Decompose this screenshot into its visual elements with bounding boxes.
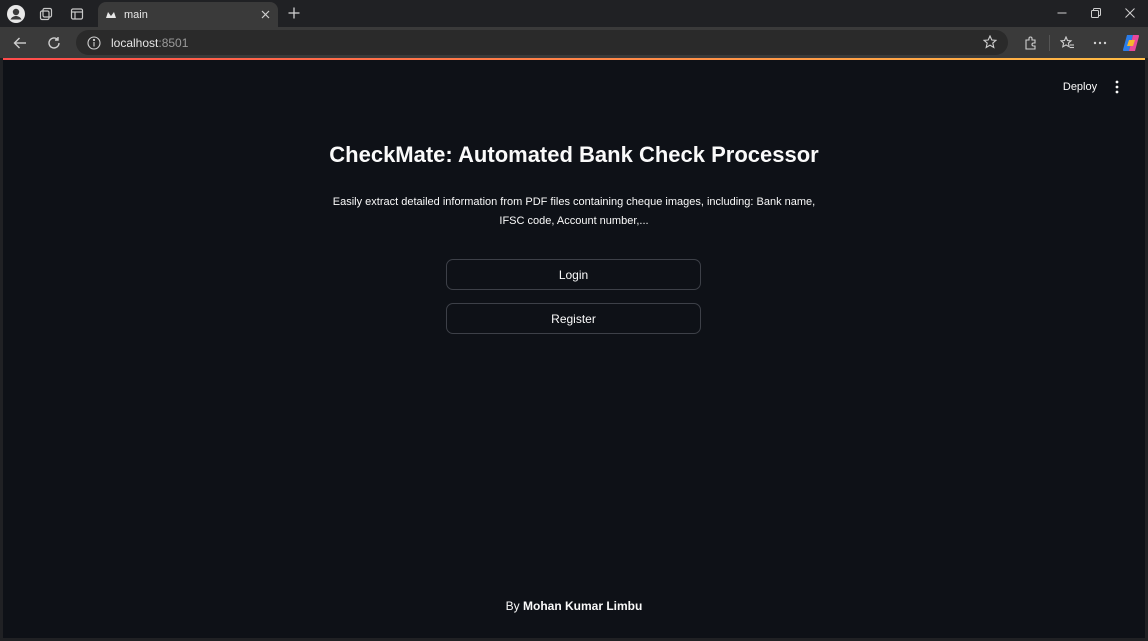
window-close-icon[interactable] (1119, 3, 1141, 23)
page-title: CheckMate: Automated Bank Check Processo… (329, 142, 819, 167)
browser-tabstrip: main (0, 0, 1148, 27)
copilot-icon[interactable] (1120, 32, 1142, 54)
app-page: Deploy CheckMate: Automated Bank Check P… (3, 58, 1145, 638)
close-icon[interactable] (257, 7, 273, 23)
more-icon[interactable] (1089, 32, 1111, 54)
reload-icon[interactable] (43, 32, 65, 54)
profile-icon[interactable] (5, 3, 27, 25)
vertical-dots-icon[interactable] (1107, 77, 1127, 97)
info-icon[interactable] (86, 35, 102, 51)
login-button[interactable]: Login (446, 259, 701, 290)
extensions-icon[interactable] (1020, 32, 1042, 54)
plus-icon[interactable] (284, 3, 304, 23)
streamlit-favicon (104, 8, 118, 22)
toolbar-divider (1049, 35, 1050, 51)
tab-title: main (124, 8, 148, 21)
favorites-icon[interactable] (1056, 32, 1078, 54)
page-description: Easily extract detailed information from… (332, 196, 816, 227)
restore-icon[interactable] (1085, 3, 1107, 23)
footer-author: Mohan Kumar Limbu (523, 599, 643, 613)
url-text: localhost:8501 (111, 36, 188, 50)
browser-tab[interactable]: main (98, 2, 278, 27)
address-bar[interactable]: localhost:8501 (76, 30, 1008, 55)
register-button[interactable]: Register (446, 303, 701, 334)
back-icon[interactable] (9, 32, 31, 54)
browser-toolbar: localhost:8501 (0, 27, 1148, 58)
tab-actions-icon[interactable] (66, 3, 88, 25)
footer-credit: By Mohan Kumar Limbu (3, 599, 1145, 613)
header-decoration-bar (3, 58, 1145, 60)
footer-prefix: By (505, 599, 523, 613)
favorite-star-icon[interactable] (982, 34, 998, 50)
minimize-icon[interactable] (1051, 3, 1073, 23)
deploy-button[interactable]: Deploy (1055, 76, 1105, 98)
collections-icon[interactable] (35, 3, 57, 25)
url-port: :8501 (158, 35, 189, 50)
url-host: localhost (111, 35, 159, 50)
